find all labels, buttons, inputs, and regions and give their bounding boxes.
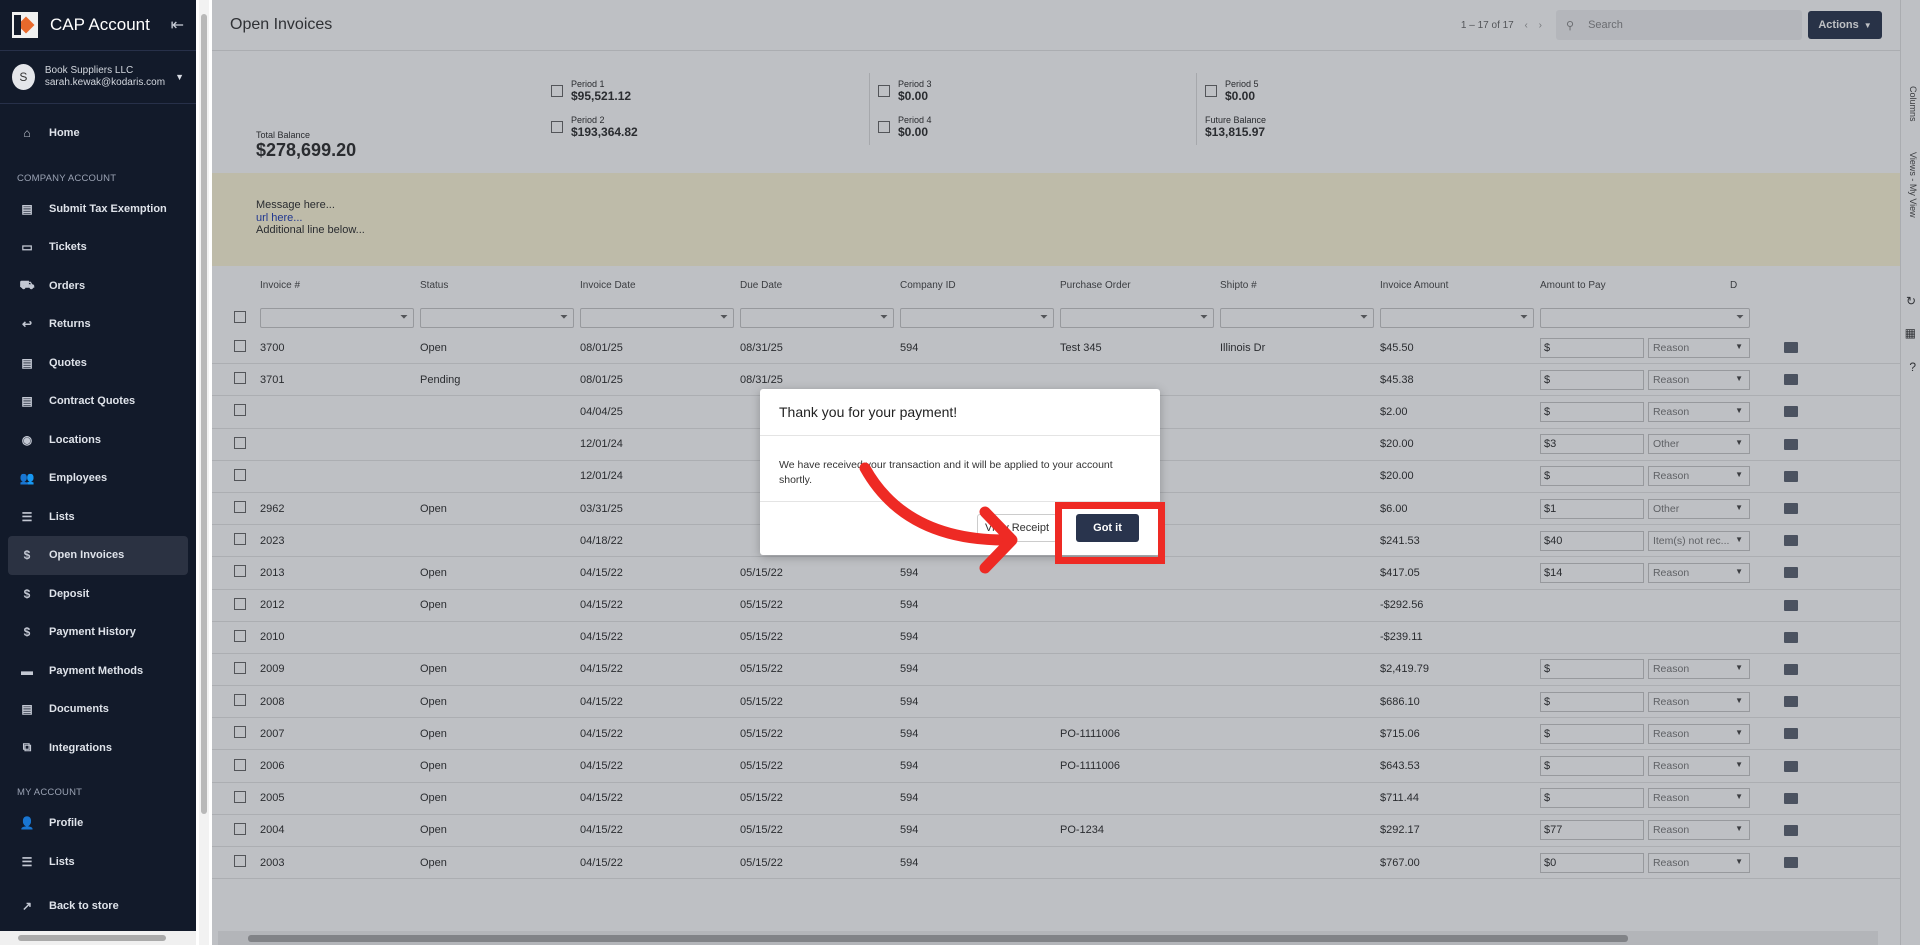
my-account-heading: MY ACCOUNT <box>17 787 83 798</box>
sidebar-item-label: Tickets <box>49 241 87 254</box>
sidebar-item-employees[interactable]: 👥 Employees <box>0 459 196 498</box>
sidebar-header: CAP Account ⇤ <box>0 0 196 50</box>
sidebar-item-label: Payment History <box>49 626 136 639</box>
person-icon: 👤 <box>19 816 35 831</box>
sidebar-item-payment-methods[interactable]: ▬ Payment Methods <box>0 652 196 691</box>
user-company: Book Suppliers LLC <box>44 65 134 76</box>
user-email: sarah.kewak@kodaris.com <box>44 77 166 88</box>
sidebar-item-label: Employees <box>49 472 108 485</box>
sidebar-item-label: Documents <box>49 703 109 716</box>
brand-logo[interactable] <box>12 12 38 38</box>
sidebar-item-label: Deposit <box>49 587 90 600</box>
clipboard-icon: ▤ <box>21 355 33 370</box>
sidebar-item-documents[interactable]: ▤ Documents <box>0 690 196 729</box>
sidebar-item-label: Orders <box>49 279 86 292</box>
list-icon: ☰ <box>21 509 33 524</box>
logout-icon[interactable]: ⇤ <box>171 15 184 35</box>
highlight-box <box>1055 502 1165 564</box>
view-receipt-button[interactable]: View Receipt <box>977 514 1057 542</box>
clipboard-icon: ▤ <box>21 394 33 409</box>
avatar: S <box>12 64 35 90</box>
sidebar-vertical-scrollbar[interactable] <box>199 0 209 945</box>
return-icon: ↩ <box>21 317 33 332</box>
dollar-icon: $ <box>23 586 31 601</box>
dollar-icon: $ <box>23 548 31 563</box>
sidebar-item-label: Lists <box>49 510 75 523</box>
sidebar-item-locations[interactable]: ◉ Locations <box>0 421 196 460</box>
sidebar-item-contract-quotes[interactable]: ▤ Contract Quotes <box>0 382 196 421</box>
sidebar-item-submit-tax-exemption[interactable]: ▤ Submit Tax Exemption <box>0 190 196 229</box>
ticket-icon: ▭ <box>21 240 33 255</box>
sidebar-item-profile[interactable]: 👤 Profile <box>0 804 196 843</box>
sidebar-item-label: Contract Quotes <box>49 395 136 408</box>
sidebar-item-label: Submit Tax Exemption <box>49 202 167 215</box>
credit-card-icon: ▬ <box>21 663 33 678</box>
sidebar-item-open-invoices[interactable]: $ Open Invoices <box>8 536 188 575</box>
sidebar-item-quotes[interactable]: ▤ Quotes <box>0 344 196 383</box>
list-icon: ☰ <box>21 854 33 869</box>
external-link-icon: ↗ <box>21 899 33 914</box>
sidebar-item-label: Lists <box>49 855 75 868</box>
app-title: CAP Account <box>50 15 150 34</box>
dollar-icon: $ <box>23 625 31 640</box>
dialog-message: We have received your transaction and it… <box>779 459 1113 486</box>
sidebar-item-payment-history[interactable]: $ Payment History <box>0 613 196 652</box>
location-pin-icon: ◉ <box>21 432 33 447</box>
document-icon: ▤ <box>21 201 33 216</box>
sidebar-item-label: Profile <box>49 817 84 830</box>
user-switcher[interactable]: S Book Suppliers LLC sarah.kewak@kodaris… <box>0 50 196 104</box>
sidebar-item-label: Integrations <box>49 741 112 754</box>
sidebar-item-label: Open Invoices <box>49 549 125 562</box>
sidebar-item-deposit[interactable]: $ Deposit <box>0 575 196 614</box>
sidebar-item-tickets[interactable]: ▭ Tickets <box>0 228 196 267</box>
integration-icon: ⧉ <box>22 740 32 755</box>
people-icon: 👥 <box>19 471 35 486</box>
home-icon: ⌂ <box>23 126 31 141</box>
sidebar-item-label: Payment Methods <box>49 664 144 677</box>
dialog-title: Thank you for your payment! <box>760 389 1160 436</box>
sidebar-horizontal-scrollbar[interactable] <box>0 931 196 945</box>
sidebar-item-label: Home <box>49 127 80 140</box>
sidebar-item-returns[interactable]: ↩ Returns <box>0 305 196 344</box>
sidebar-item-label: Returns <box>49 318 91 331</box>
chevron-down-icon[interactable]: ▼ <box>175 72 184 82</box>
truck-icon: ⛟ <box>19 277 35 292</box>
sidebar-item-lists[interactable]: ☰ Lists <box>0 498 196 537</box>
sidebar-item-integrations[interactable]: ⧉ Integrations <box>0 729 196 768</box>
sidebar-item-label: Back to store <box>49 900 119 913</box>
sidebar: CAP Account ⇤ S Book Suppliers LLC sarah… <box>0 0 196 945</box>
sidebar-item-label: Quotes <box>49 356 87 369</box>
sidebar-item-lists[interactable]: ☰ Lists <box>0 843 196 882</box>
document-icon: ▤ <box>21 702 33 717</box>
sidebar-item-home[interactable]: ⌂ Home <box>0 114 196 153</box>
sidebar-item-label: Locations <box>49 433 101 446</box>
company-account-heading: COMPANY ACCOUNT <box>17 172 117 184</box>
sidebar-item-orders[interactable]: ⛟ Orders <box>0 267 196 306</box>
sidebar-item-back-to-store[interactable]: ↗ Back to store <box>0 887 196 926</box>
